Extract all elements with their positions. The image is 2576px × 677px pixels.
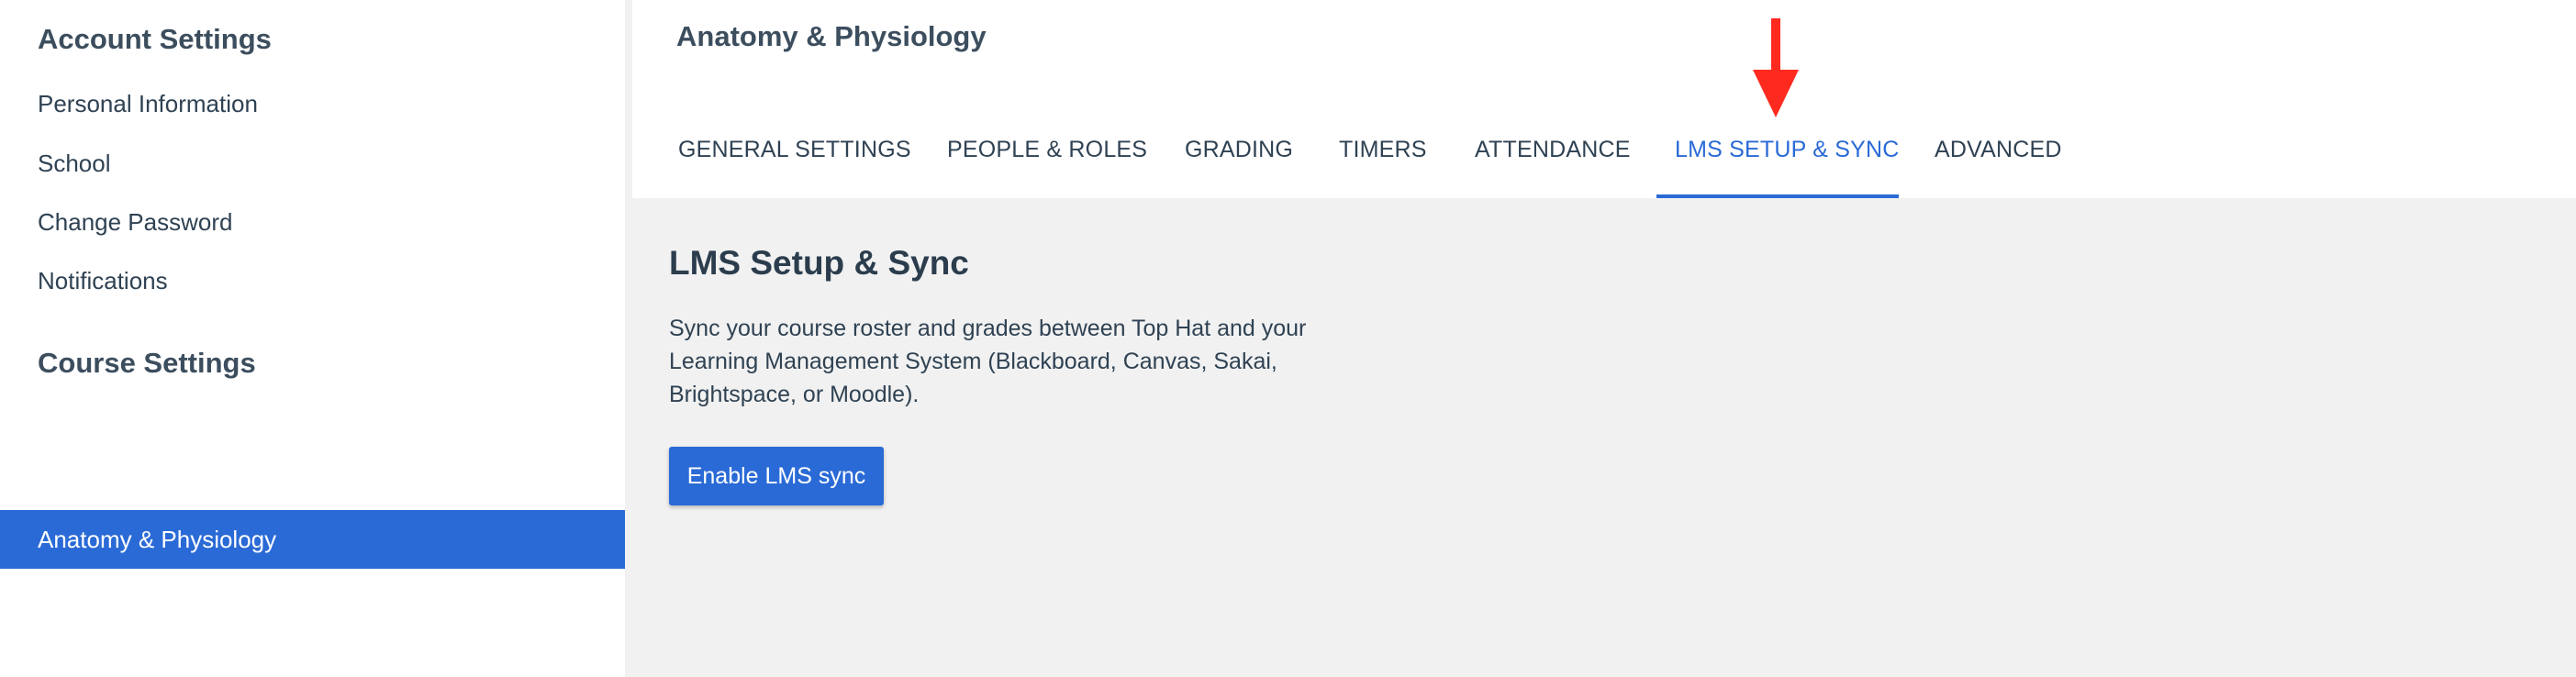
tab-grading[interactable]: GRADING <box>1185 133 1293 166</box>
section-heading: LMS Setup & Sync <box>669 244 969 282</box>
sidebar-course-label: Anatomy & Physiology <box>38 526 277 553</box>
tab-general-settings[interactable]: GENERAL SETTINGS <box>678 133 911 166</box>
course-settings-heading: Course Settings <box>38 347 256 379</box>
sidebar-item-course-selected[interactable]: Anatomy & Physiology <box>0 510 625 569</box>
tab-attendance[interactable]: ATTENDANCE <box>1475 133 1631 166</box>
tab-advanced[interactable]: ADVANCED <box>1935 133 2062 166</box>
course-header: Anatomy & Physiology GENERAL SETTINGS PE… <box>632 0 2576 198</box>
tab-lms-setup-sync[interactable]: LMS SETUP & SYNC <box>1675 133 1899 166</box>
account-settings-heading: Account Settings <box>38 23 272 55</box>
section-description: Sync your course roster and grades betwe… <box>669 316 1307 407</box>
tab-timers[interactable]: TIMERS <box>1339 133 1427 166</box>
sidebar-item-change-password[interactable]: Change Password <box>38 205 232 239</box>
arrow-shaft <box>1771 18 1780 72</box>
tab-people-roles[interactable]: PEOPLE & ROLES <box>947 133 1147 166</box>
sidebar-item-notifications[interactable]: Notifications <box>38 264 168 297</box>
red-arrow-down-icon <box>1753 18 1799 117</box>
enable-lms-sync-button[interactable]: Enable LMS sync <box>669 447 884 505</box>
sidebar-divider <box>625 0 632 677</box>
course-title: Anatomy & Physiology <box>676 20 987 52</box>
arrow-head <box>1753 70 1799 117</box>
sidebar-item-personal-information[interactable]: Personal Information <box>38 87 258 120</box>
sidebar-item-school[interactable]: School <box>38 147 111 180</box>
sidebar: Account Settings Personal Information Sc… <box>0 0 625 677</box>
active-tab-indicator <box>1656 194 1899 198</box>
